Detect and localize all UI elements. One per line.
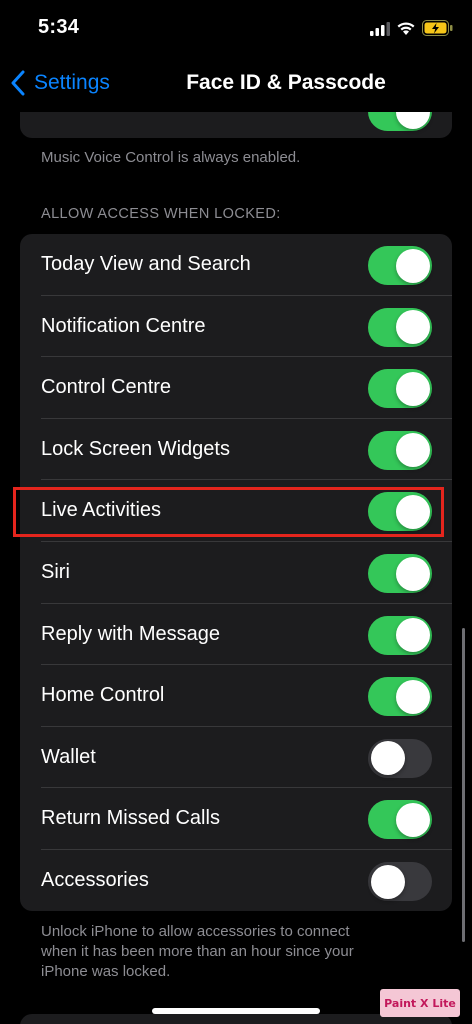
home-indicator[interactable] — [152, 1008, 320, 1014]
reply-with-message-toggle[interactable] — [368, 615, 432, 655]
toggle-knob — [395, 618, 430, 653]
return-missed-calls-toggle[interactable] — [368, 800, 432, 840]
toggle-knob — [370, 864, 405, 899]
toggle-knob — [395, 433, 430, 468]
notification-centre-toggle[interactable] — [368, 307, 432, 347]
row-live-activities[interactable]: Live Activities — [20, 480, 452, 542]
status-bar: 5:34 — [0, 0, 472, 56]
today-view-toggle[interactable] — [368, 246, 432, 285]
toggle-knob — [395, 371, 430, 406]
control-centre-toggle[interactable] — [368, 369, 432, 409]
accessories-note-line: iPhone was locked. — [41, 963, 171, 980]
toggle-knob — [395, 802, 430, 837]
row-label: Live Activities — [41, 499, 162, 522]
settings-screen: 5:34 Settings Face ID & Passcode Music V… — [0, 0, 472, 1024]
row-label: Siri — [41, 561, 70, 583]
row-home-control[interactable]: Home Control — [20, 665, 452, 727]
accessories-note-line: Unlock iPhone to allow accessories to co… — [41, 923, 350, 940]
row-label: Reply with Message — [41, 622, 220, 645]
row-label: Accessories — [41, 869, 149, 891]
row-return-missed-calls[interactable]: Return Missed Calls — [20, 788, 452, 850]
toggle-knob — [395, 310, 430, 345]
row-label: Notification Centre — [41, 314, 206, 337]
watermark-logo: Paint X Lite — [380, 989, 460, 1017]
page-title-text: Face ID & Passcode — [186, 71, 386, 94]
page-title: Face ID & Passcode — [0, 71, 472, 95]
row-label: Today View and Search — [41, 253, 251, 275]
row-label: Wallet — [41, 745, 96, 768]
row-label: Home Control — [41, 684, 165, 707]
row-siri[interactable]: Siri — [20, 542, 452, 604]
live-activities-toggle[interactable] — [368, 492, 432, 532]
lock-screen-widgets-toggle[interactable] — [368, 430, 432, 470]
row-control-centre[interactable]: Control Centre — [20, 357, 452, 419]
siri-toggle[interactable] — [368, 554, 432, 593]
battery-charging-icon — [422, 20, 453, 36]
accessories-note-line: when it has been more than an hour since… — [41, 943, 354, 960]
row-label: Return Missed Calls — [41, 807, 220, 830]
wallet-toggle[interactable] — [368, 738, 432, 778]
scroll-indicator[interactable] — [462, 628, 465, 942]
row-notification-centre[interactable]: Notification Centre — [20, 296, 452, 358]
navigation-bar: Settings Face ID & Passcode — [0, 56, 472, 112]
status-time: 5:34 — [38, 16, 80, 38]
toggle-knob — [395, 679, 430, 714]
voice-control-note: Music Voice Control is always enabled. — [41, 149, 301, 166]
cellular-signal-icon — [370, 22, 390, 36]
row-label: Control Centre — [41, 376, 172, 399]
allow-access-group: Today View and Search Notification Centr… — [20, 234, 452, 911]
wifi-icon — [397, 22, 415, 35]
toggle-knob — [370, 741, 405, 776]
home-control-toggle[interactable] — [368, 677, 432, 717]
toggle-knob — [395, 248, 430, 283]
row-label: Lock Screen Widgets — [41, 437, 230, 460]
accessories-note: Unlock iPhone to allow accessories to co… — [41, 922, 354, 982]
row-reply-with-message[interactable]: Reply with Message — [20, 604, 452, 666]
row-wallet[interactable]: Wallet — [20, 727, 452, 789]
toggle-knob — [395, 556, 430, 591]
row-accessories[interactable]: Accessories — [20, 850, 452, 911]
section-header: ALLOW ACCESS WHEN LOCKED: — [41, 206, 281, 222]
toggle-knob — [395, 494, 430, 529]
accessories-toggle[interactable] — [368, 862, 432, 901]
row-today-view[interactable]: Today View and Search — [20, 234, 452, 296]
row-lock-screen-widgets[interactable]: Lock Screen Widgets — [20, 419, 452, 481]
